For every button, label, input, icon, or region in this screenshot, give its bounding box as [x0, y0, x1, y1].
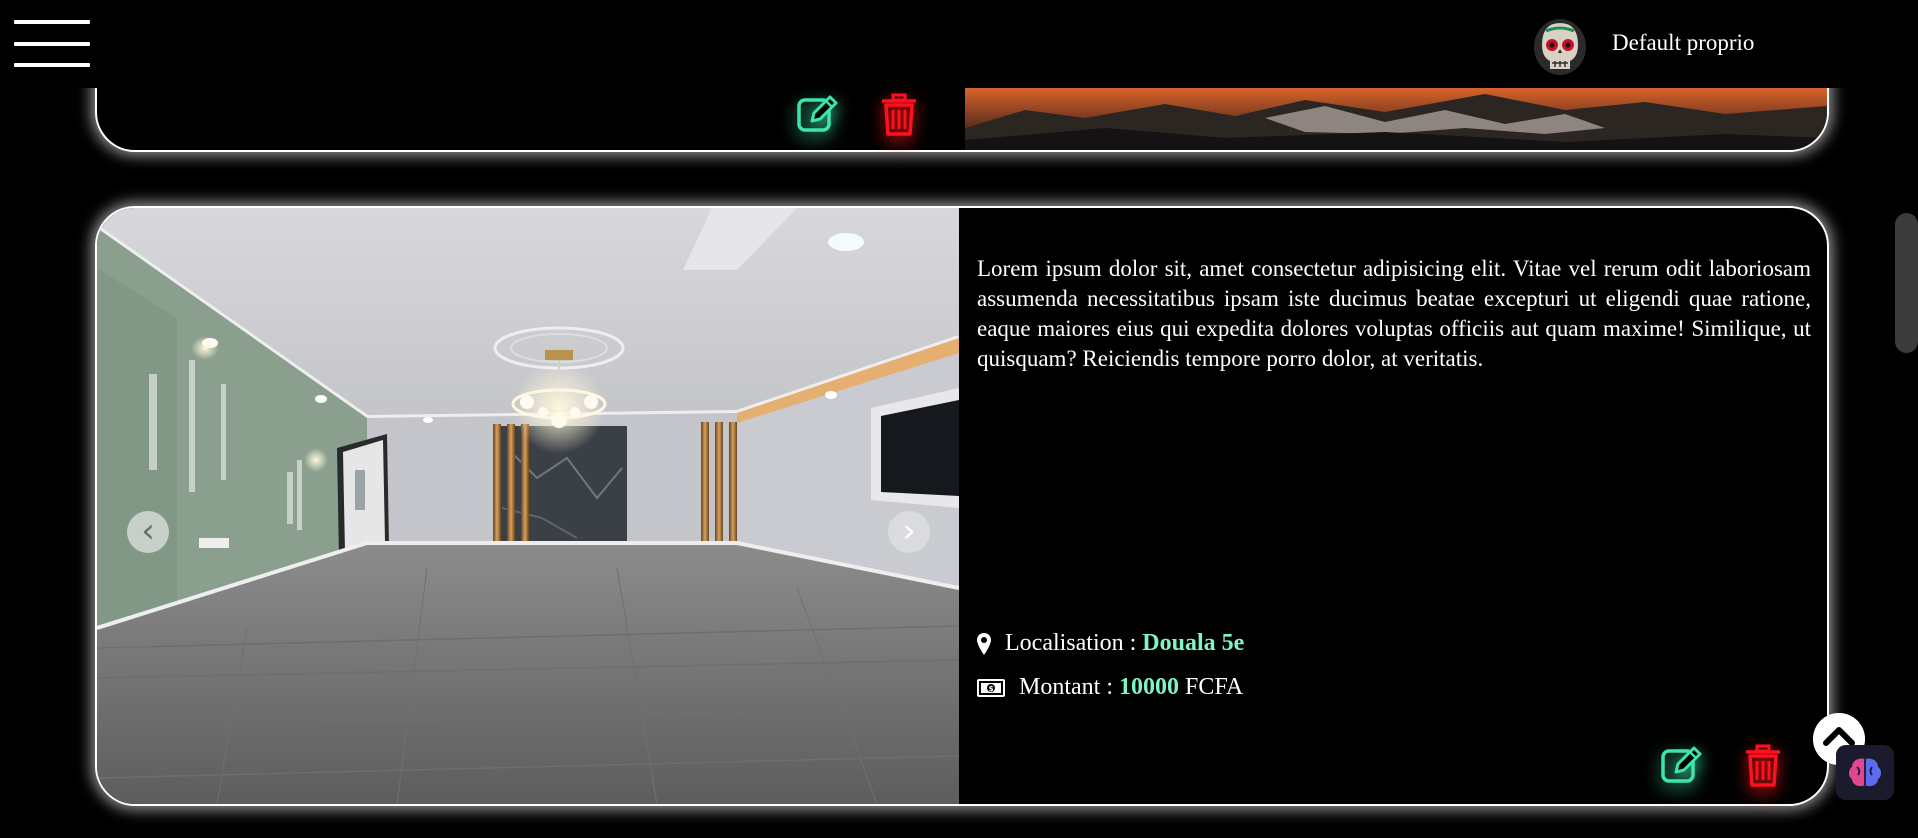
room-photo: [97, 208, 959, 804]
map-marker-icon: [977, 632, 991, 655]
amount-line: $ Montant : 10000 FCFA: [977, 674, 1243, 701]
money-bill-icon: $: [977, 678, 1005, 697]
listing-details: Lorem ipsum dolor sit, amet consectetur …: [977, 254, 1811, 374]
location-line: Localisation : Douala 5e: [977, 630, 1244, 657]
menu-line: [14, 42, 90, 46]
location-value: Douala 5e: [1142, 630, 1245, 656]
scrollbar-thumb[interactable]: [1895, 213, 1918, 353]
edit-icon[interactable]: [1660, 744, 1704, 788]
listing-card: ‹ › Lorem ipsum dolor sit, amet consecte…: [95, 206, 1829, 806]
menu-line: [14, 20, 90, 24]
trash-icon[interactable]: [877, 93, 921, 137]
edit-icon[interactable]: [796, 93, 840, 137]
svg-text:$: $: [989, 685, 994, 693]
amount-value: 10000: [1119, 674, 1179, 700]
listing-description: Lorem ipsum dolor sit, amet consectetur …: [977, 256, 1811, 371]
skull-avatar[interactable]: [1532, 17, 1588, 77]
currency: FCFA: [1185, 674, 1244, 700]
amount-label: Montant :: [1019, 674, 1113, 700]
image-carousel[interactable]: ‹ ›: [97, 208, 959, 804]
hamburger-menu-icon[interactable]: [14, 20, 90, 68]
top-bar: Default proprio: [0, 0, 1918, 88]
user-name[interactable]: Default proprio: [1612, 30, 1754, 56]
location-label: Localisation :: [1005, 630, 1137, 656]
brain-icon[interactable]: [1836, 745, 1894, 800]
listing-image: [965, 88, 1827, 150]
chevron-right-icon[interactable]: ›: [888, 511, 930, 553]
menu-line: [14, 63, 90, 67]
trash-icon[interactable]: [1741, 744, 1785, 788]
chevron-left-icon[interactable]: ‹: [127, 511, 169, 553]
